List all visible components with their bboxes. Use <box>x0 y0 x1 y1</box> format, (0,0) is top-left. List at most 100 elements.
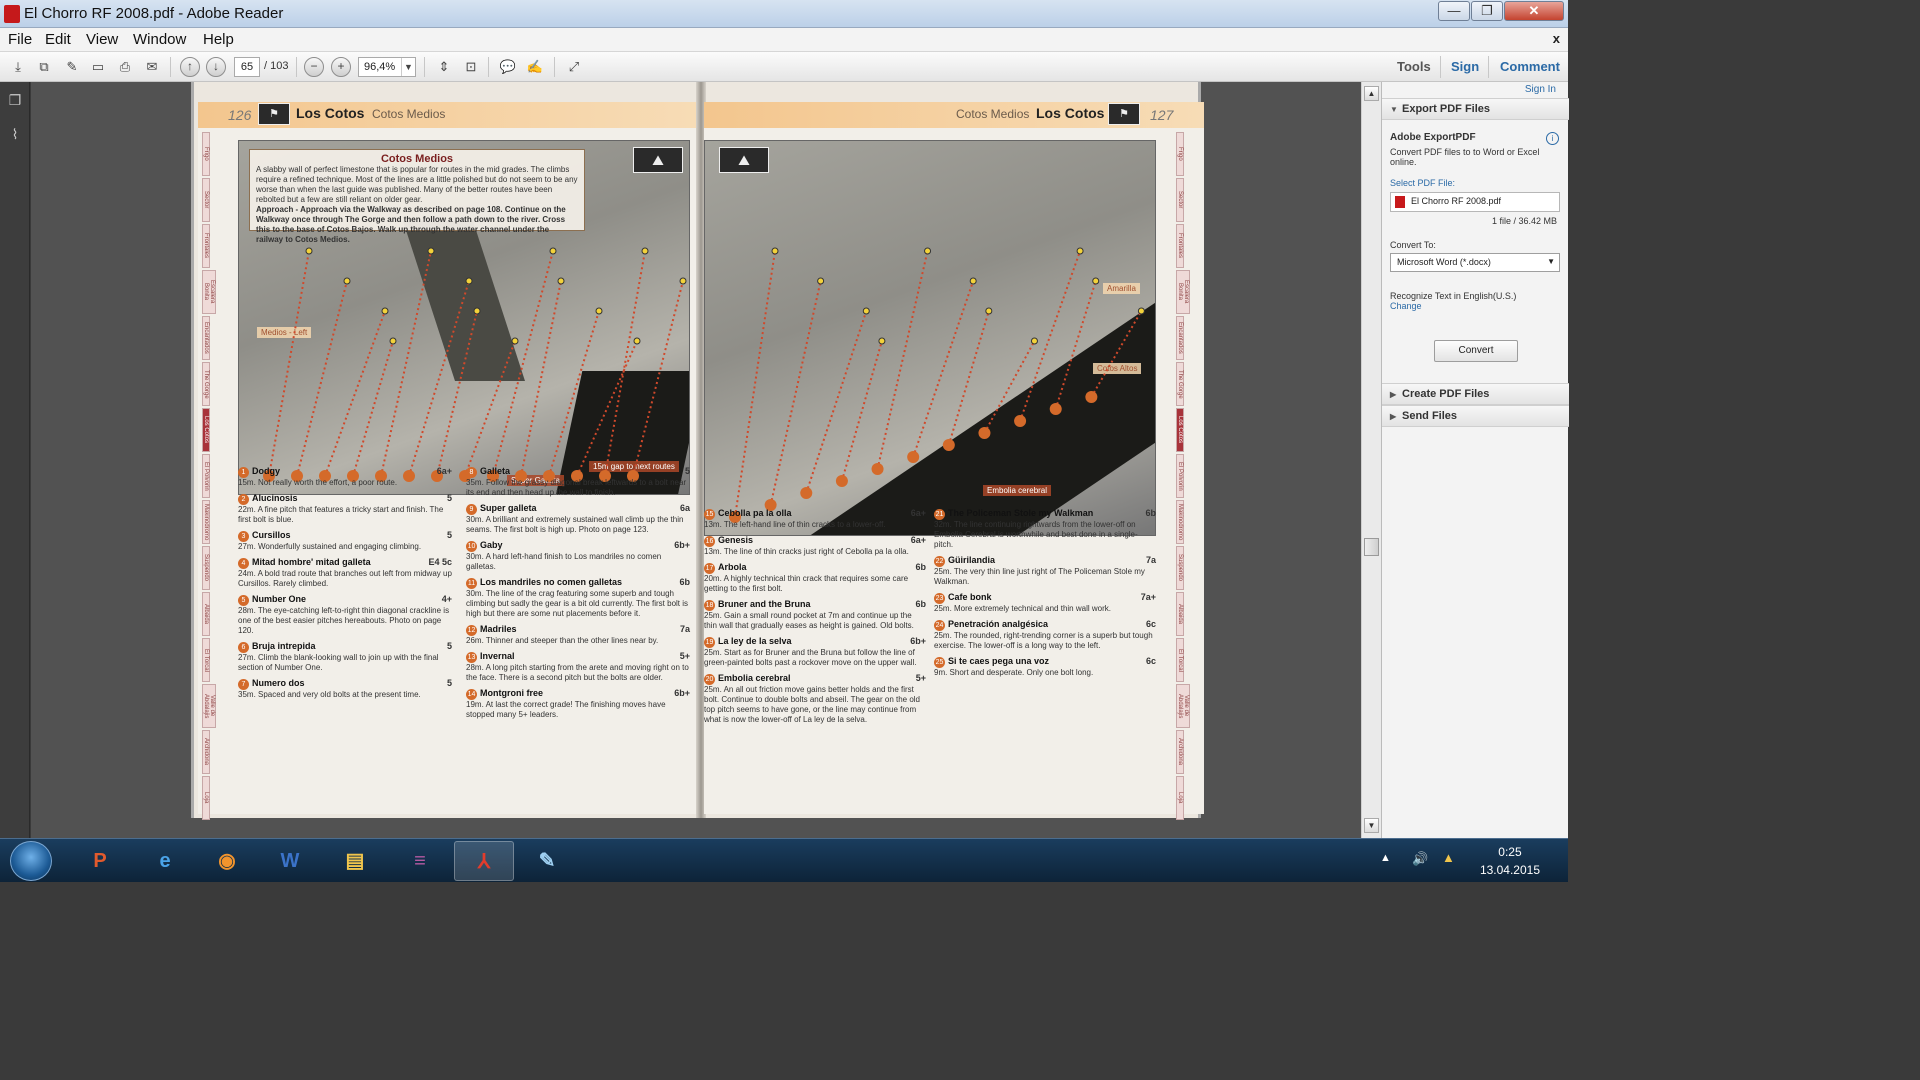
sign-pane-button[interactable]: Sign <box>1451 59 1479 74</box>
section-tab: The Gorge <box>1176 362 1184 406</box>
page-right: Cotos Medios Los Cotos ⚑ 127 ⛰ Amarilla … <box>704 102 1204 814</box>
route-entry: 18 Bruner and the Bruna 6b 25m. Gain a smal… <box>704 599 926 631</box>
route-entry: 21 The Policeman Stole my Walkman 6b 32m. T… <box>934 508 1156 550</box>
convert-format-select[interactable]: Microsoft Word (*.docx) ▼ <box>1390 253 1560 272</box>
lower-off-marker <box>985 307 993 315</box>
chevron-down-icon[interactable]: ▼ <box>401 58 415 76</box>
word-taskbar-icon[interactable]: W <box>260 841 320 881</box>
scroll-up-icon[interactable]: ▲ <box>1364 86 1379 101</box>
zoom-select[interactable]: 96,4% ▼ <box>358 57 416 77</box>
scroll-thumb[interactable] <box>1364 538 1379 556</box>
fit-page-icon[interactable]: ⇕ <box>434 57 454 77</box>
adobe-reader-taskbar-icon[interactable]: ⅄ <box>454 841 514 881</box>
clock-date: 13.04.2015 <box>1479 863 1540 877</box>
pdf-file-icon <box>1395 196 1405 208</box>
volume-icon[interactable]: 🔊 <box>1412 851 1428 867</box>
section-tab: El Torcal <box>202 638 210 682</box>
page-thumbnails-icon[interactable]: ❐ <box>7 92 23 108</box>
minimize-button[interactable]: — <box>1438 1 1470 21</box>
attachments-icon[interactable]: ⌇ <box>7 126 23 142</box>
convert-to-label: Convert To: <box>1390 240 1436 250</box>
zoom-out-icon[interactable]: − <box>304 57 324 77</box>
network-icon[interactable]: ▲ <box>1442 850 1455 865</box>
convert-format-value: Microsoft Word (*.docx) <box>1397 257 1491 267</box>
close-button[interactable]: ✕ <box>1504 1 1564 21</box>
document-view[interactable]: 126 ⚑ Los Cotos Cotos Medios Cotos Medio… <box>31 82 1361 838</box>
print-icon[interactable]: ⎙ <box>115 57 135 77</box>
paint-taskbar-icon[interactable]: ✎ <box>517 841 577 881</box>
route-name: Cafe bonk <box>948 592 992 602</box>
explorer-taskbar-icon[interactable]: ▤ <box>325 841 385 881</box>
highlight-icon[interactable]: ✍ <box>525 57 545 77</box>
route-number-badge: 3 <box>238 531 249 542</box>
route-grade: 7a <box>679 624 690 634</box>
route-name: Embolia cerebral <box>718 673 791 683</box>
route-line <box>520 280 562 477</box>
toolbar-separator <box>554 57 555 77</box>
system-clock[interactable]: 0:25 13.04.2015 <box>1480 843 1540 879</box>
close-document-button[interactable]: x <box>1553 31 1560 46</box>
vertical-scrollbar[interactable]: ▲ ▼ <box>1361 82 1381 838</box>
scroll-down-icon[interactable]: ▼ <box>1364 818 1379 833</box>
route-name: Penetración analgésica <box>948 619 1049 629</box>
next-page-icon[interactable]: ↓ <box>206 57 226 77</box>
section-tab: Makinodromo <box>1176 500 1184 544</box>
lower-off-marker <box>817 277 825 285</box>
winrar-taskbar-icon[interactable]: ≡ <box>390 841 450 881</box>
edit-icon[interactable]: ✎ <box>62 57 82 77</box>
menu-edit[interactable]: Edit <box>45 31 71 48</box>
section-tab: Los Cotos <box>202 408 210 452</box>
section-tab: The Gorge <box>202 362 210 406</box>
route-number-badge: 4 <box>238 558 249 569</box>
previous-page-icon[interactable]: ↑ <box>180 57 200 77</box>
tools-pane-button[interactable]: Tools <box>1397 59 1431 74</box>
route-name: Bruner and the Bruna <box>718 599 811 609</box>
section-tab: Frontales <box>1176 224 1184 268</box>
export-pdf-section-header[interactable]: ▼ Export PDF Files <box>1382 98 1569 120</box>
lower-off-marker <box>1076 247 1084 255</box>
menu-file[interactable]: File <box>8 31 32 48</box>
send-files-section-header[interactable]: ▶ Send Files <box>1382 405 1569 427</box>
start-button[interactable] <box>10 841 52 881</box>
email-icon[interactable]: ✉ <box>142 57 162 77</box>
powerpoint-taskbar-icon[interactable]: P <box>70 841 130 881</box>
comment-pane-button[interactable]: Comment <box>1500 59 1560 74</box>
show-hidden-icons[interactable]: ▲ <box>1380 852 1391 864</box>
route-grade: 5 <box>446 530 452 540</box>
section-tab: Suspendo <box>1176 546 1184 590</box>
convert-button[interactable]: Convert <box>1434 340 1518 362</box>
lower-off-marker <box>595 307 603 315</box>
sign-in-link[interactable]: Sign In <box>1525 84 1556 95</box>
windows-taskbar: P e ◉ W ▤ ≡ ⅄ ✎ ▲ 🔊 ▲ 0:25 13.04.2015 <box>0 838 1568 882</box>
clock-time: 0:25 <box>1498 845 1522 859</box>
menu-view[interactable]: View <box>86 31 118 48</box>
create-pdf-section-header[interactable]: ▶ Create PDF Files <box>1382 383 1569 405</box>
selected-file[interactable]: El Chorro RF 2008.pdf <box>1390 192 1560 212</box>
route-number-badge: 8 <box>466 467 477 478</box>
expand-icon[interactable]: ⤢ <box>564 57 584 77</box>
zoom-in-icon[interactable]: + <box>331 57 351 77</box>
info-icon[interactable]: i <box>1546 132 1559 145</box>
page-number-input[interactable]: 65 <box>234 57 260 77</box>
section-tab: Archidona <box>202 730 210 774</box>
file-name: El Chorro RF 2008.pdf <box>1411 196 1502 206</box>
fit-width-icon[interactable]: ⊡ <box>461 57 481 77</box>
route-name: Si te caes pega una voz <box>948 656 1050 666</box>
route-description: 25m. An all out friction move gains bett… <box>704 685 921 724</box>
menu-window[interactable]: Window <box>133 31 186 48</box>
route-line <box>840 340 883 482</box>
sticky-note-icon[interactable]: 💬 <box>498 57 518 77</box>
route-grade: 6a <box>679 503 690 513</box>
route-name: Numero dos <box>252 678 305 688</box>
firefox-taskbar-icon[interactable]: ◉ <box>197 841 257 881</box>
change-language-link[interactable]: Change <box>1390 301 1422 311</box>
zoom-value: 96,4% <box>364 61 396 73</box>
menu-help[interactable]: Help <box>203 31 234 48</box>
internet-explorer-taskbar-icon[interactable]: e <box>135 841 195 881</box>
maximize-button[interactable]: ❐ <box>1471 1 1503 21</box>
combine-files-icon[interactable]: ⧉ <box>34 57 54 77</box>
create-pdf-icon[interactable]: ⤓ <box>8 57 28 77</box>
route-number-badge: 1 <box>238 467 249 478</box>
save-icon[interactable]: ▭ <box>88 57 108 77</box>
lower-off-marker <box>924 247 932 255</box>
